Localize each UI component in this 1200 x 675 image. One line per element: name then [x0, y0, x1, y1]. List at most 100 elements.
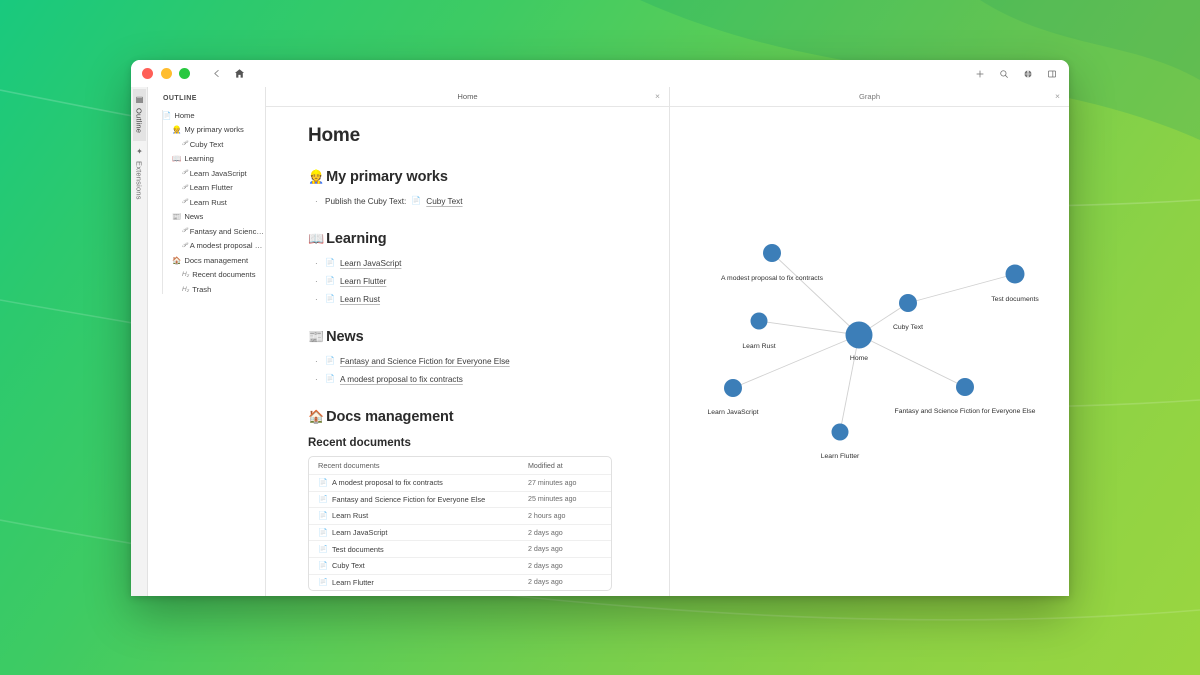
- table-cell-name: 📄 Learn Rust: [318, 511, 528, 520]
- doc-link-learn-javascript[interactable]: Learn JavaScript: [340, 259, 401, 268]
- tab-home-label[interactable]: Home: [266, 92, 669, 101]
- graph-edge: [759, 321, 859, 335]
- outline-node-recent-documents[interactable]: H₂ Recent documents: [159, 268, 265, 283]
- outline-node-cuby-text[interactable]: 𝒫 Cuby Text: [159, 137, 265, 152]
- section-heading: 🏠 Docs management: [308, 409, 633, 425]
- table-cell-name: 📄 Fantasy and Science Fiction for Everyo…: [318, 495, 528, 504]
- house-icon: 🏠: [308, 409, 324, 425]
- table-cell-modified: 25 minutes ago: [528, 495, 602, 503]
- list-item-prefix: Publish the Cuby Text:: [325, 197, 406, 206]
- table-cell-name: 📄 Test documents: [318, 545, 528, 554]
- graph-node-fantasy[interactable]: [956, 378, 974, 396]
- graph-node-learn-javascript[interactable]: [724, 379, 742, 397]
- doc-link-learn-flutter[interactable]: Learn Flutter: [340, 277, 386, 286]
- document-name: Cuby Text: [332, 561, 365, 570]
- doc-link-a-modest-proposal[interactable]: A modest proposal to fix contracts: [340, 375, 463, 384]
- tab-graph-label[interactable]: Graph: [670, 92, 1069, 101]
- list-item: · 📄 A modest proposal to fix contracts: [315, 370, 633, 388]
- document-name: Learn Rust: [332, 511, 368, 520]
- outline-node-my-primary-works[interactable]: 👷 My primary works: [159, 123, 265, 138]
- graph-node-learn-rust[interactable]: [751, 313, 768, 330]
- table-row[interactable]: 📄 Fantasy and Science Fiction for Everyo…: [309, 491, 611, 508]
- close-window-button[interactable]: [142, 68, 153, 79]
- outline-node-trash[interactable]: H₂ Trash: [159, 282, 265, 297]
- table-row[interactable]: 📄 Cuby Text 2 days ago: [309, 557, 611, 574]
- outline-node-label: Learn JavaScript: [190, 169, 247, 178]
- table-cell-modified: 2 days ago: [528, 529, 602, 537]
- document-icon: 📄: [411, 197, 421, 205]
- document-pane: Home × Home 👷 My primary works ·: [266, 87, 670, 596]
- outline-node-learning[interactable]: 📖 Learning: [159, 152, 265, 167]
- tab-home-close-icon[interactable]: ×: [655, 92, 660, 101]
- doc-link-learn-rust[interactable]: Learn Rust: [340, 295, 380, 304]
- doc-link-fantasy[interactable]: Fantasy and Science Fiction for Everyone…: [340, 357, 510, 366]
- graph-node-label-test-documents: Test documents: [991, 296, 1039, 303]
- document-tab-bar: Home ×: [266, 87, 669, 107]
- table-row[interactable]: 📄 Learn Rust 2 hours ago: [309, 507, 611, 524]
- section-docs-management: 🏠 Docs management Recent documents Recen…: [308, 409, 633, 591]
- document-name: Learn Flutter: [332, 578, 374, 587]
- outline-panel: OUTLINE 📄 Home 👷 My primary works 𝒫 Cuby…: [148, 87, 266, 596]
- outline-node-label: Learn Rust: [190, 198, 227, 207]
- document-name: A modest proposal to fix contracts: [332, 478, 443, 487]
- search-icon[interactable]: [999, 69, 1009, 79]
- document-name: Fantasy and Science Fiction for Everyone…: [332, 495, 485, 504]
- link-icon: 𝒫: [182, 198, 187, 206]
- rail-item-outline[interactable]: ▤ Outline: [133, 89, 146, 141]
- table-row[interactable]: 📄 Test documents 2 days ago: [309, 540, 611, 557]
- table-cell-name: 📄 Learn JavaScript: [318, 528, 528, 537]
- maximize-window-button[interactable]: [179, 68, 190, 79]
- graph-edge: [840, 335, 859, 432]
- document-icon: 📄: [318, 479, 328, 487]
- document-icon: 📄: [162, 112, 171, 120]
- tab-graph-close-icon[interactable]: ×: [1055, 92, 1060, 101]
- rail-item-outline-label: Outline: [135, 108, 144, 133]
- graph-node-a-modest-proposal[interactable]: [763, 244, 781, 262]
- rail-item-extensions-label: Extensions: [135, 161, 144, 200]
- graph-edge: [772, 253, 859, 335]
- outline-node-docs-management[interactable]: 🏠 Docs management: [159, 253, 265, 268]
- table-cell-modified: 2 hours ago: [528, 512, 602, 520]
- heading-two-icon: H₂: [182, 271, 189, 278]
- section-heading: 👷 My primary works: [308, 169, 633, 185]
- globe-icon[interactable]: [1023, 69, 1033, 79]
- table-row[interactable]: 📄 A modest proposal to fix contracts 27 …: [309, 474, 611, 491]
- construction-worker-icon: 👷: [172, 126, 181, 134]
- table-cell-name: 📄 Learn Flutter: [318, 578, 528, 587]
- graph-node-home[interactable]: [846, 322, 873, 349]
- outline-node-news[interactable]: 📰 News: [159, 210, 265, 225]
- table-row[interactable]: 📄 Learn Flutter 2 days ago: [309, 574, 611, 591]
- plus-icon[interactable]: [975, 69, 985, 79]
- back-arrow-icon[interactable]: [211, 68, 222, 79]
- graph-node-learn-flutter[interactable]: [832, 424, 849, 441]
- section-heading-text: My primary works: [326, 169, 448, 185]
- graph-node-label-learn-flutter: Learn Flutter: [821, 453, 860, 460]
- graph-node-test-documents[interactable]: [1006, 265, 1025, 284]
- outline-node-learn-javascript[interactable]: 𝒫 Learn JavaScript: [159, 166, 265, 181]
- outline-node-learn-flutter[interactable]: 𝒫 Learn Flutter: [159, 181, 265, 196]
- graph-tab-bar: Graph ×: [670, 87, 1069, 107]
- document-icon: 📄: [325, 259, 335, 267]
- activity-rail: ▤ Outline ✦ Extensions: [131, 87, 148, 596]
- table-row[interactable]: 📄 Learn JavaScript 2 days ago: [309, 524, 611, 541]
- minimize-window-button[interactable]: [161, 68, 172, 79]
- outline-node-home[interactable]: 📄 Home: [159, 108, 265, 123]
- document-icon: 📄: [318, 545, 328, 553]
- navigation-buttons: [211, 68, 245, 79]
- graph-node-cuby-text[interactable]: [899, 294, 917, 312]
- rail-item-extensions[interactable]: ✦ Extensions: [133, 141, 146, 207]
- column-header-name: Recent documents: [318, 461, 528, 470]
- doc-link-cuby-text[interactable]: Cuby Text: [426, 197, 462, 206]
- outline-node-a-modest-proposal[interactable]: 𝒫 A modest proposal …: [159, 239, 265, 254]
- link-icon: 𝒫: [182, 169, 187, 177]
- home-icon[interactable]: [234, 68, 245, 79]
- bullet-icon: ·: [315, 277, 320, 286]
- puzzle-icon: ✦: [135, 147, 143, 156]
- panel-layout-icon[interactable]: [1047, 69, 1057, 79]
- outline-node-fantasy[interactable]: 𝒫 Fantasy and Scienc…: [159, 224, 265, 239]
- graph-node-label-cuby-text: Cuby Text: [893, 324, 923, 331]
- graph-canvas[interactable]: HomeA modest proposal to fix contractsLe…: [670, 107, 1069, 596]
- bullet-icon: ·: [315, 197, 320, 206]
- toolbar-actions: [975, 69, 1057, 79]
- outline-node-learn-rust[interactable]: 𝒫 Learn Rust: [159, 195, 265, 210]
